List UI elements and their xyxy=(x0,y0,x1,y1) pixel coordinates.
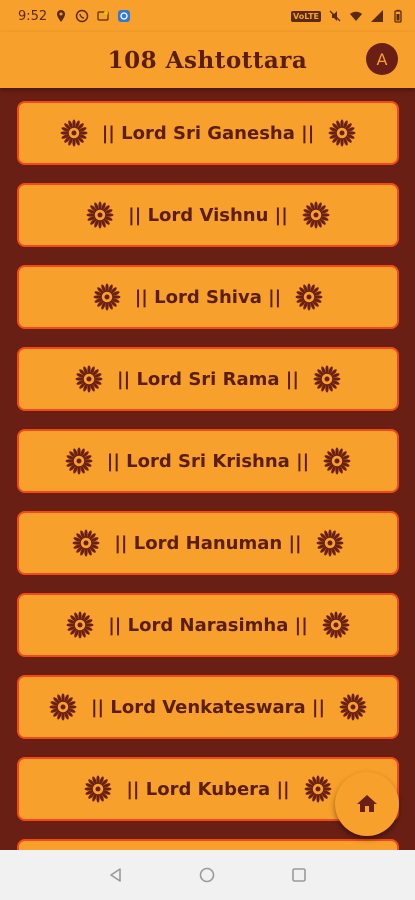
system-nav-bar xyxy=(0,850,415,900)
deity-label: || Lord Venkateswara || xyxy=(90,696,326,718)
mandala-icon xyxy=(313,365,341,393)
deity-card[interactable]: || Lord Sri Ganesha || xyxy=(17,101,399,165)
deity-label: || Lord Shiva || xyxy=(134,286,282,308)
network-badge: VoLTE xyxy=(291,10,321,22)
deity-card[interactable]: || Lord Narasimha || xyxy=(17,593,399,657)
status-time: 9:52 xyxy=(18,8,48,24)
deity-card[interactable]: || Lord Sri Krishna || xyxy=(17,429,399,493)
deity-label: || Lord Sri Ganesha || xyxy=(101,122,315,144)
mandala-icon xyxy=(304,775,332,803)
location-icon xyxy=(57,10,66,22)
notification-icon xyxy=(97,11,109,21)
mandala-icon xyxy=(60,119,88,147)
deity-label: || Lord Narasimha || xyxy=(108,614,308,636)
mandala-icon xyxy=(49,693,77,721)
home-fab-button[interactable] xyxy=(335,772,399,836)
mandala-icon xyxy=(65,447,93,475)
status-right: VoLTE xyxy=(291,9,405,23)
app-notification-icon xyxy=(118,10,131,22)
mandala-icon xyxy=(339,693,367,721)
app-bar: 108 Ashtottara A xyxy=(0,32,415,88)
back-icon[interactable] xyxy=(107,866,125,884)
deity-card[interactable]: || Lord Sri Rama || xyxy=(17,347,399,411)
deity-label: || Lord Sri Krishna || xyxy=(106,450,310,472)
mandala-icon xyxy=(93,283,121,311)
deity-card[interactable]: || Lord Hanuman || xyxy=(17,511,399,575)
deity-label: || Lord Kubera || xyxy=(126,778,290,800)
deity-label: || Lord Sri Rama || xyxy=(117,368,299,390)
mandala-icon xyxy=(84,775,112,803)
battery-icon xyxy=(394,9,402,23)
mandala-icon xyxy=(66,611,94,639)
mandala-icon xyxy=(295,283,323,311)
mandala-icon xyxy=(328,119,356,147)
mandala-icon xyxy=(302,201,330,229)
account-avatar[interactable]: A xyxy=(366,43,398,75)
mandala-icon xyxy=(75,365,103,393)
app-title: 108 Ashtottara xyxy=(107,46,308,74)
mandala-icon xyxy=(316,529,344,557)
mandala-icon xyxy=(86,201,114,229)
status-bar: 9:52 VoLTE xyxy=(0,0,415,32)
mandala-icon xyxy=(323,447,351,475)
deity-card[interactable]: || Lord Vishnu || xyxy=(17,183,399,247)
mandala-icon xyxy=(322,611,350,639)
wifi-icon xyxy=(350,11,362,21)
deity-card[interactable]: || Lord Shiva || xyxy=(17,265,399,329)
deity-label: || Lord Hanuman || xyxy=(114,532,302,554)
home-circle-icon[interactable] xyxy=(198,866,216,884)
deity-label: || Lord Vishnu || xyxy=(128,204,288,226)
recents-icon[interactable] xyxy=(290,866,308,884)
home-icon xyxy=(357,795,377,812)
status-left: 9:52 xyxy=(18,9,131,24)
deity-card-partial[interactable] xyxy=(17,839,399,850)
signal-icon xyxy=(371,10,383,22)
whatsapp-icon xyxy=(75,9,89,23)
mute-icon xyxy=(329,10,341,22)
deity-card[interactable]: || Lord Venkateswara || xyxy=(17,675,399,739)
mandala-icon xyxy=(72,529,100,557)
deity-list: || Lord Sri Ganesha || || Lord Vishnu || |… xyxy=(0,88,415,850)
